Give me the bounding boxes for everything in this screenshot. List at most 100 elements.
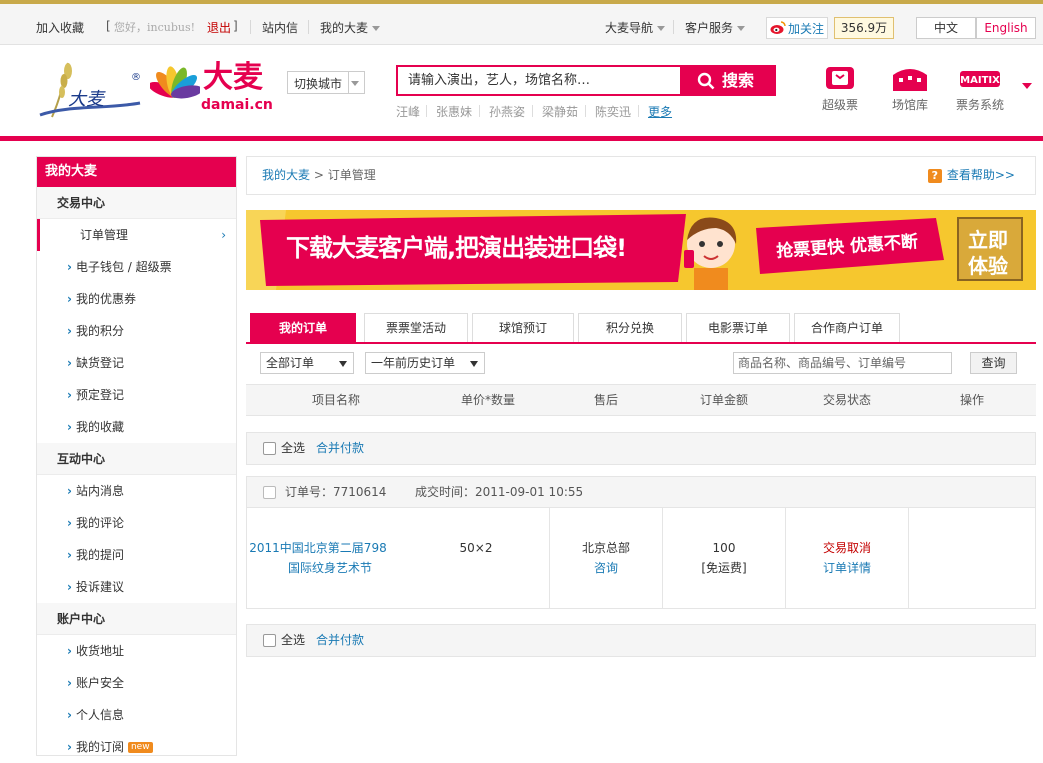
select-all-checkbox[interactable]	[263, 442, 276, 455]
sidebar-item-complaints[interactable]: › 投诉建议	[37, 571, 236, 603]
sidebar-item-security[interactable]: › 账户安全	[37, 667, 236, 699]
damai-domain: damai.cn	[201, 97, 273, 113]
order-consult-link[interactable]: 咨询	[550, 558, 662, 578]
tab-piaopiaotang[interactable]: 票票堂活动	[364, 313, 468, 342]
weibo-follow-button[interactable]: 加关注	[766, 17, 828, 39]
sidebar-item-wallet[interactable]: › 电子钱包 / 超级票	[37, 251, 236, 283]
search-button[interactable]: 搜索	[680, 65, 776, 96]
sidebar-item-profile[interactable]: › 个人信息	[37, 699, 236, 731]
tab-my-orders[interactable]: 我的订单	[250, 313, 356, 342]
help-label: 查看帮助>>	[946, 168, 1015, 182]
damai-flower-logo-icon[interactable]	[150, 66, 200, 112]
order-status-value: 全部订单	[266, 356, 315, 370]
banner-cta-line2: 体验	[968, 254, 1008, 278]
sidebar-item-reservation[interactable]: › 预定登记	[37, 379, 236, 411]
customer-service-menu[interactable]: 客户服务	[685, 19, 746, 36]
bookmark-link[interactable]: 加入收藏	[36, 19, 84, 36]
caret-down-icon[interactable]	[1022, 83, 1032, 89]
hot-search-link[interactable]: 孙燕姿	[489, 103, 525, 120]
sidebar-item-subscriptions[interactable]: › 我的订阅 new	[37, 731, 236, 763]
sidebar-item-coupons[interactable]: › 我的优惠券	[37, 283, 236, 315]
hot-search-link[interactable]: 梁静茹	[542, 103, 578, 120]
order-period-select[interactable]: 一年前历史订单	[365, 352, 485, 374]
search-input[interactable]: 请输入演出，艺人，场馆名称…	[396, 65, 681, 96]
sidebar-item-questions[interactable]: › 我的提问	[37, 539, 236, 571]
damai-calligraphy-logo[interactable]: 大麦	[38, 59, 143, 121]
site-nav-menu[interactable]: 大麦导航	[605, 19, 666, 36]
column-header: 交易状态	[823, 393, 872, 407]
my-damai-menu[interactable]: 我的大麦	[320, 19, 381, 36]
hot-search-more-link[interactable]: 更多	[648, 103, 672, 120]
sidebar-section-trade: 交易中心	[37, 187, 236, 219]
chevron-right-icon: ›	[221, 228, 226, 242]
chevron-right-icon: ›	[67, 580, 72, 594]
chevron-down-icon	[657, 26, 666, 31]
top-bar: 加入收藏 [ 您好，incubus! 退出 ] 站内信 我的大麦 大麦导航 客户…	[0, 0, 1043, 45]
maitix-text: MAITIX	[960, 75, 1000, 86]
hot-search-link[interactable]: 陈奕迅	[595, 103, 631, 120]
hot-search-link[interactable]: 张惠妹	[436, 103, 472, 120]
order-search-input[interactable]: 商品名称、商品编号、订单编号	[733, 352, 952, 374]
logout-link[interactable]: 退出	[207, 19, 231, 36]
app-download-banner[interactable]: 下载大麦客户端,把演出装进口袋! 抢票更快 优惠不断 立即 体验	[246, 210, 1036, 290]
sidebar-item-address[interactable]: › 收货地址	[37, 635, 236, 667]
divider	[426, 105, 427, 117]
select-all-checkbox[interactable]	[263, 634, 276, 647]
bracket-left: [	[106, 19, 111, 33]
sidebar-item-favorites[interactable]: › 我的收藏	[37, 411, 236, 443]
chevron-down-icon	[372, 26, 381, 31]
query-button[interactable]: 查询	[970, 352, 1017, 374]
tab-movie-orders[interactable]: 电影票订单	[686, 313, 790, 342]
customer-service-label: 客户服务	[685, 21, 734, 35]
new-badge: new	[127, 742, 153, 753]
lang-chinese-button[interactable]: 中文	[916, 17, 976, 39]
search-icon	[697, 72, 715, 90]
divider	[585, 105, 586, 117]
order-item-cell: 2011中国北京第二届798 国际纹身艺术节 50×2	[247, 508, 550, 609]
sidebar-title: 我的大麦	[37, 157, 236, 187]
order-aftersale: 北京总部	[581, 541, 630, 555]
order-status-cell: 交易取消 订单详情	[786, 508, 909, 609]
dropdown-arrow-icon	[339, 361, 347, 367]
sidebar-item-order-management[interactable]: 订单管理 ›	[37, 219, 236, 251]
city-switch-select[interactable]: 切换城市	[287, 71, 365, 94]
super-ticket-link[interactable]: 超级票	[810, 65, 870, 113]
site-message-link[interactable]: 站内信	[262, 19, 298, 36]
bracket-right: ]	[233, 19, 238, 33]
tab-stadium-booking[interactable]: 球馆预订	[472, 313, 574, 342]
site-header: 大麦 ® 大麦 damai.cn 切换城市 请输入演出，艺人，场馆名称… 搜索 …	[0, 45, 1043, 141]
select-all-label: 全选	[281, 441, 306, 455]
venue-library-link[interactable]: 场馆库	[880, 65, 940, 113]
select-all-label: 全选	[281, 633, 306, 647]
greeting-text: 您好，incubus!	[114, 21, 196, 34]
search-button-label: 搜索	[722, 71, 755, 90]
sidebar-item-stockout[interactable]: › 缺货登记	[37, 347, 236, 379]
order-checkbox[interactable]	[263, 486, 276, 499]
order-item-name-line2[interactable]: 国际纹身艺术节	[247, 558, 413, 578]
sidebar-item-points[interactable]: › 我的积分	[37, 315, 236, 347]
lang-english-button[interactable]: English	[976, 17, 1036, 39]
order-number: 7710614	[333, 485, 387, 499]
merge-pay-link[interactable]: 合并付款	[316, 433, 364, 464]
divider	[308, 20, 309, 34]
banner-cta-line1: 立即	[968, 228, 1008, 252]
merge-pay-link[interactable]: 合并付款	[316, 625, 364, 656]
sidebar-item-comments[interactable]: › 我的评论	[37, 507, 236, 539]
order-status-select[interactable]: 全部订单	[260, 352, 354, 374]
help-link[interactable]: ? 查看帮助>>	[927, 157, 1015, 194]
order-number-label: 订单号：	[285, 485, 334, 499]
order-amount-cell: 100 [免运费]	[663, 508, 786, 609]
hot-search-link[interactable]: 汪峰	[396, 103, 420, 120]
damai-wordmark: 大麦	[203, 60, 263, 95]
order-item-name-line1[interactable]: 2011中国北京第二届798	[247, 538, 389, 558]
super-ticket-icon	[826, 67, 854, 89]
sidebar-item-messages[interactable]: › 站内消息	[37, 475, 236, 507]
chevron-right-icon: ›	[67, 644, 72, 658]
order-time-label: 成交时间：	[415, 485, 476, 499]
column-header: 售后	[594, 393, 619, 407]
order-detail-link[interactable]: 订单详情	[786, 558, 908, 578]
ticketing-system-link[interactable]: MAITIX 票务系统	[950, 65, 1010, 113]
tab-points-exchange[interactable]: 积分兑换	[578, 313, 682, 342]
breadcrumb-home-link[interactable]: 我的大麦	[262, 168, 310, 182]
tab-partner-orders[interactable]: 合作商户订单	[794, 313, 900, 342]
